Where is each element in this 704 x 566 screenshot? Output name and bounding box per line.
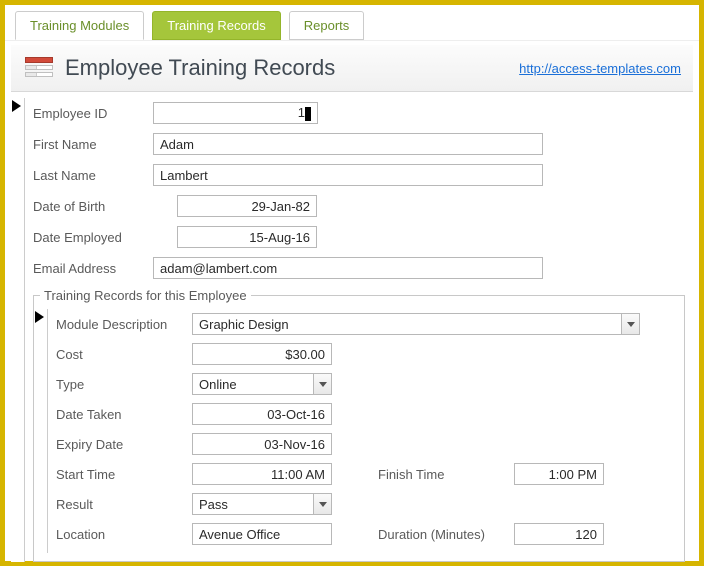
label-date-employed: Date Employed [33,230,153,245]
label-expiry-date: Expiry Date [56,437,186,452]
cost-field[interactable] [192,343,332,365]
first-name-field[interactable] [153,133,543,155]
type-field[interactable] [192,373,314,395]
result-field[interactable] [192,493,314,515]
start-time-field[interactable] [192,463,332,485]
label-start-time: Start Time [56,467,186,482]
date-employed-field[interactable] [177,226,317,248]
page-header: Employee Training Records http://access-… [11,45,693,92]
label-result: Result [56,497,186,512]
current-record-icon [35,311,44,323]
record-selector[interactable] [11,98,25,562]
label-module-description: Module Description [56,317,186,332]
location-field[interactable] [192,523,332,545]
label-last-name: Last Name [33,168,153,183]
label-employee-id: Employee ID [33,106,153,121]
type-dropdown-button[interactable] [314,373,332,395]
date-taken-field[interactable] [192,403,332,425]
page-title: Employee Training Records [65,55,335,81]
label-finish-time: Finish Time [378,467,508,482]
form-icon [25,57,53,79]
subform-record-selector[interactable] [34,309,48,553]
tab-bar: Training Modules Training Records Report… [5,5,699,41]
label-duration: Duration (Minutes) [378,527,508,542]
employee-id-value: 1 [298,105,305,120]
tab-reports[interactable]: Reports [289,11,365,40]
label-dob: Date of Birth [33,199,153,214]
employee-form: Employee ID 1 First Name Last Name Date … [25,98,689,562]
subform-legend: Training Records for this Employee [40,288,251,303]
chevron-down-icon [627,322,635,327]
tab-training-modules[interactable]: Training Modules [15,11,144,40]
duration-field[interactable] [514,523,604,545]
module-dropdown-button[interactable] [622,313,640,335]
employee-id-field[interactable]: 1 [153,102,318,124]
label-location: Location [56,527,186,542]
label-type: Type [56,377,186,392]
last-name-field[interactable] [153,164,543,186]
module-description-field[interactable] [192,313,622,335]
label-date-taken: Date Taken [56,407,186,422]
current-record-icon [12,100,21,112]
email-field[interactable] [153,257,543,279]
training-records-subform: Training Records for this Employee Modul… [33,288,685,562]
text-cursor-icon [305,107,311,121]
result-dropdown-button[interactable] [314,493,332,515]
label-email: Email Address [33,261,153,276]
header-link[interactable]: http://access-templates.com [519,61,681,76]
window-frame: Training Modules Training Records Report… [0,0,704,566]
label-cost: Cost [56,347,186,362]
finish-time-field[interactable] [514,463,604,485]
dob-field[interactable] [177,195,317,217]
chevron-down-icon [319,382,327,387]
chevron-down-icon [319,502,327,507]
expiry-date-field[interactable] [192,433,332,455]
label-first-name: First Name [33,137,153,152]
tab-training-records[interactable]: Training Records [152,11,281,40]
